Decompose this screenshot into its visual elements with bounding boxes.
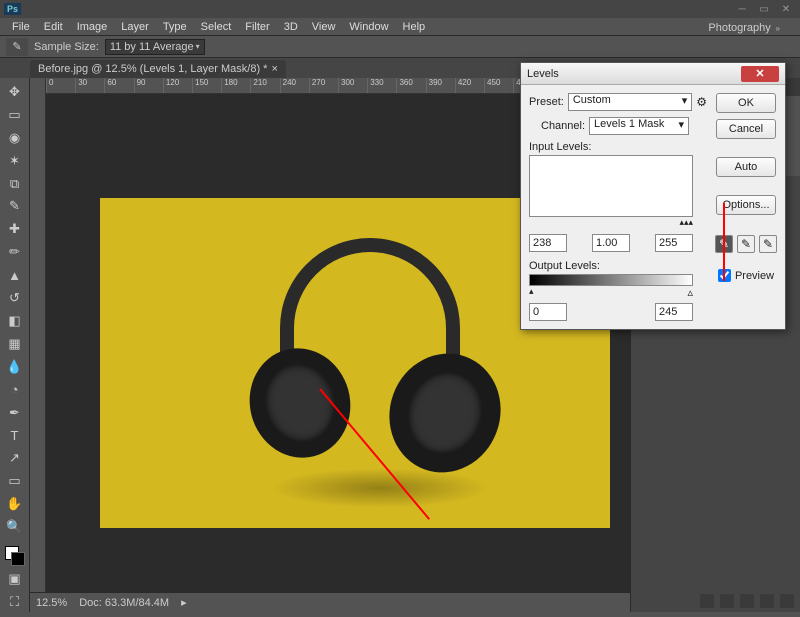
history-brush-icon[interactable]: ↺ xyxy=(4,288,26,308)
preset-select[interactable]: Custom▾ xyxy=(568,93,692,111)
output-black-field[interactable] xyxy=(529,303,567,321)
channel-select[interactable]: Levels 1 Mask▾ xyxy=(589,117,689,135)
dodge-tool-icon[interactable]: ◔ xyxy=(4,380,26,400)
menu-file[interactable]: File xyxy=(6,19,36,35)
options-bar: ✎ Sample Size: 11 by 11 Average▾ xyxy=(0,36,800,58)
levels-dialog: Levels ✕ Preset: Custom▾ ⚙ Channel: Leve… xyxy=(520,62,786,330)
ps-icon: Ps xyxy=(4,3,21,15)
output-white-field[interactable] xyxy=(655,303,693,321)
menubar: File Edit Image Layer Type Select Filter… xyxy=(0,18,800,36)
dialog-title: Levels xyxy=(527,68,559,80)
wand-tool-icon[interactable]: ✶ xyxy=(4,151,26,171)
menu-edit[interactable]: Edit xyxy=(38,19,69,35)
maximize-icon[interactable]: ▭ xyxy=(754,2,774,16)
gradient-tool-icon[interactable]: ▦ xyxy=(4,334,26,354)
auto-button[interactable]: Auto xyxy=(716,157,776,177)
crop-tool-icon[interactable]: ⧉ xyxy=(4,174,26,194)
zoom-tool-icon[interactable]: 🔍 xyxy=(4,517,26,537)
sample-size-label: Sample Size: xyxy=(34,41,99,53)
gear-icon[interactable]: ⚙ xyxy=(696,95,707,109)
tab-close-icon[interactable]: × xyxy=(271,63,277,75)
type-tool-icon[interactable]: T xyxy=(4,426,26,446)
minimize-icon[interactable]: ─ xyxy=(732,2,752,16)
menu-type[interactable]: Type xyxy=(157,19,193,35)
menu-3d[interactable]: 3D xyxy=(278,19,304,35)
stamp-tool-icon[interactable]: ▲ xyxy=(4,265,26,285)
input-white-field[interactable] xyxy=(655,234,693,252)
app-titlebar: Ps ─ ▭ ✕ xyxy=(0,0,800,18)
zoom-level[interactable]: 12.5% xyxy=(36,597,67,609)
hand-tool-icon[interactable]: ✋ xyxy=(4,494,26,514)
menu-layer[interactable]: Layer xyxy=(115,19,155,35)
brush-tool-icon[interactable]: ✏ xyxy=(4,242,26,262)
menu-view[interactable]: View xyxy=(306,19,342,35)
close-icon[interactable]: ✕ xyxy=(776,2,796,16)
lasso-tool-icon[interactable]: ◉ xyxy=(4,128,26,148)
move-tool-icon[interactable]: ✥ xyxy=(4,82,26,102)
cancel-button[interactable]: Cancel xyxy=(716,119,776,139)
panel-icon[interactable] xyxy=(720,594,734,608)
statusbar-arrow-icon[interactable]: ▸ xyxy=(181,596,187,609)
shape-tool-icon[interactable]: ▭ xyxy=(4,471,26,491)
panel-icon[interactable] xyxy=(780,594,794,608)
marquee-tool-icon[interactable]: ▭ xyxy=(4,105,26,125)
annotation-arrow xyxy=(723,203,725,281)
dialog-close-button[interactable]: ✕ xyxy=(741,66,779,82)
eyedropper-tool-icon[interactable]: ✎ xyxy=(6,38,28,56)
dialog-titlebar[interactable]: Levels ✕ xyxy=(521,63,785,85)
headphones-graphic xyxy=(250,238,500,478)
sample-size-select[interactable]: 11 by 11 Average▾ xyxy=(105,39,205,55)
input-mid-field[interactable] xyxy=(592,234,630,252)
eyedropper-tool-icon[interactable]: ✎ xyxy=(4,197,26,217)
document-tab[interactable]: Before.jpg @ 12.5% (Levels 1, Layer Mask… xyxy=(30,60,286,78)
preset-label: Preset: xyxy=(529,96,564,108)
channel-label: Channel: xyxy=(541,120,585,132)
gray-eyedropper-icon[interactable]: ✎ xyxy=(737,235,755,253)
eraser-tool-icon[interactable]: ◧ xyxy=(4,311,26,331)
menu-image[interactable]: Image xyxy=(71,19,114,35)
ok-button[interactable]: OK xyxy=(716,93,776,113)
output-levels-label: Output Levels: xyxy=(529,260,707,272)
panel-icon[interactable] xyxy=(740,594,754,608)
histogram-display[interactable] xyxy=(529,155,693,217)
output-gradient[interactable] xyxy=(529,274,693,286)
input-levels-label: Input Levels: xyxy=(529,141,707,153)
color-swatch[interactable] xyxy=(5,546,25,566)
doc-info: Doc: 63.3M/84.4M xyxy=(79,597,169,609)
input-black-field[interactable] xyxy=(529,234,567,252)
ruler-vertical xyxy=(30,78,46,612)
workspace-label[interactable]: Photography » xyxy=(708,22,780,34)
tools-panel: ✥ ▭ ◉ ✶ ⧉ ✎ ✚ ✏ ▲ ↺ ◧ ▦ 💧 ◔ ✒ T ↗ ▭ ✋ 🔍 … xyxy=(0,78,30,612)
menu-window[interactable]: Window xyxy=(343,19,394,35)
healing-tool-icon[interactable]: ✚ xyxy=(4,219,26,239)
white-eyedropper-icon[interactable]: ✎ xyxy=(759,235,777,253)
blur-tool-icon[interactable]: 💧 xyxy=(4,357,26,377)
panel-icon[interactable] xyxy=(760,594,774,608)
preview-label: Preview xyxy=(735,270,774,282)
quickmask-icon[interactable]: ▣ xyxy=(4,569,26,589)
menu-select[interactable]: Select xyxy=(195,19,238,35)
menu-filter[interactable]: Filter xyxy=(239,19,275,35)
screenmode-icon[interactable]: ⛶ xyxy=(4,592,26,612)
options-button[interactable]: Options... xyxy=(716,195,776,215)
path-tool-icon[interactable]: ↗ xyxy=(4,449,26,469)
menu-help[interactable]: Help xyxy=(397,19,432,35)
panel-icon[interactable] xyxy=(700,594,714,608)
pen-tool-icon[interactable]: ✒ xyxy=(4,403,26,423)
status-bar: 12.5% Doc: 63.3M/84.4M ▸ xyxy=(30,592,630,612)
